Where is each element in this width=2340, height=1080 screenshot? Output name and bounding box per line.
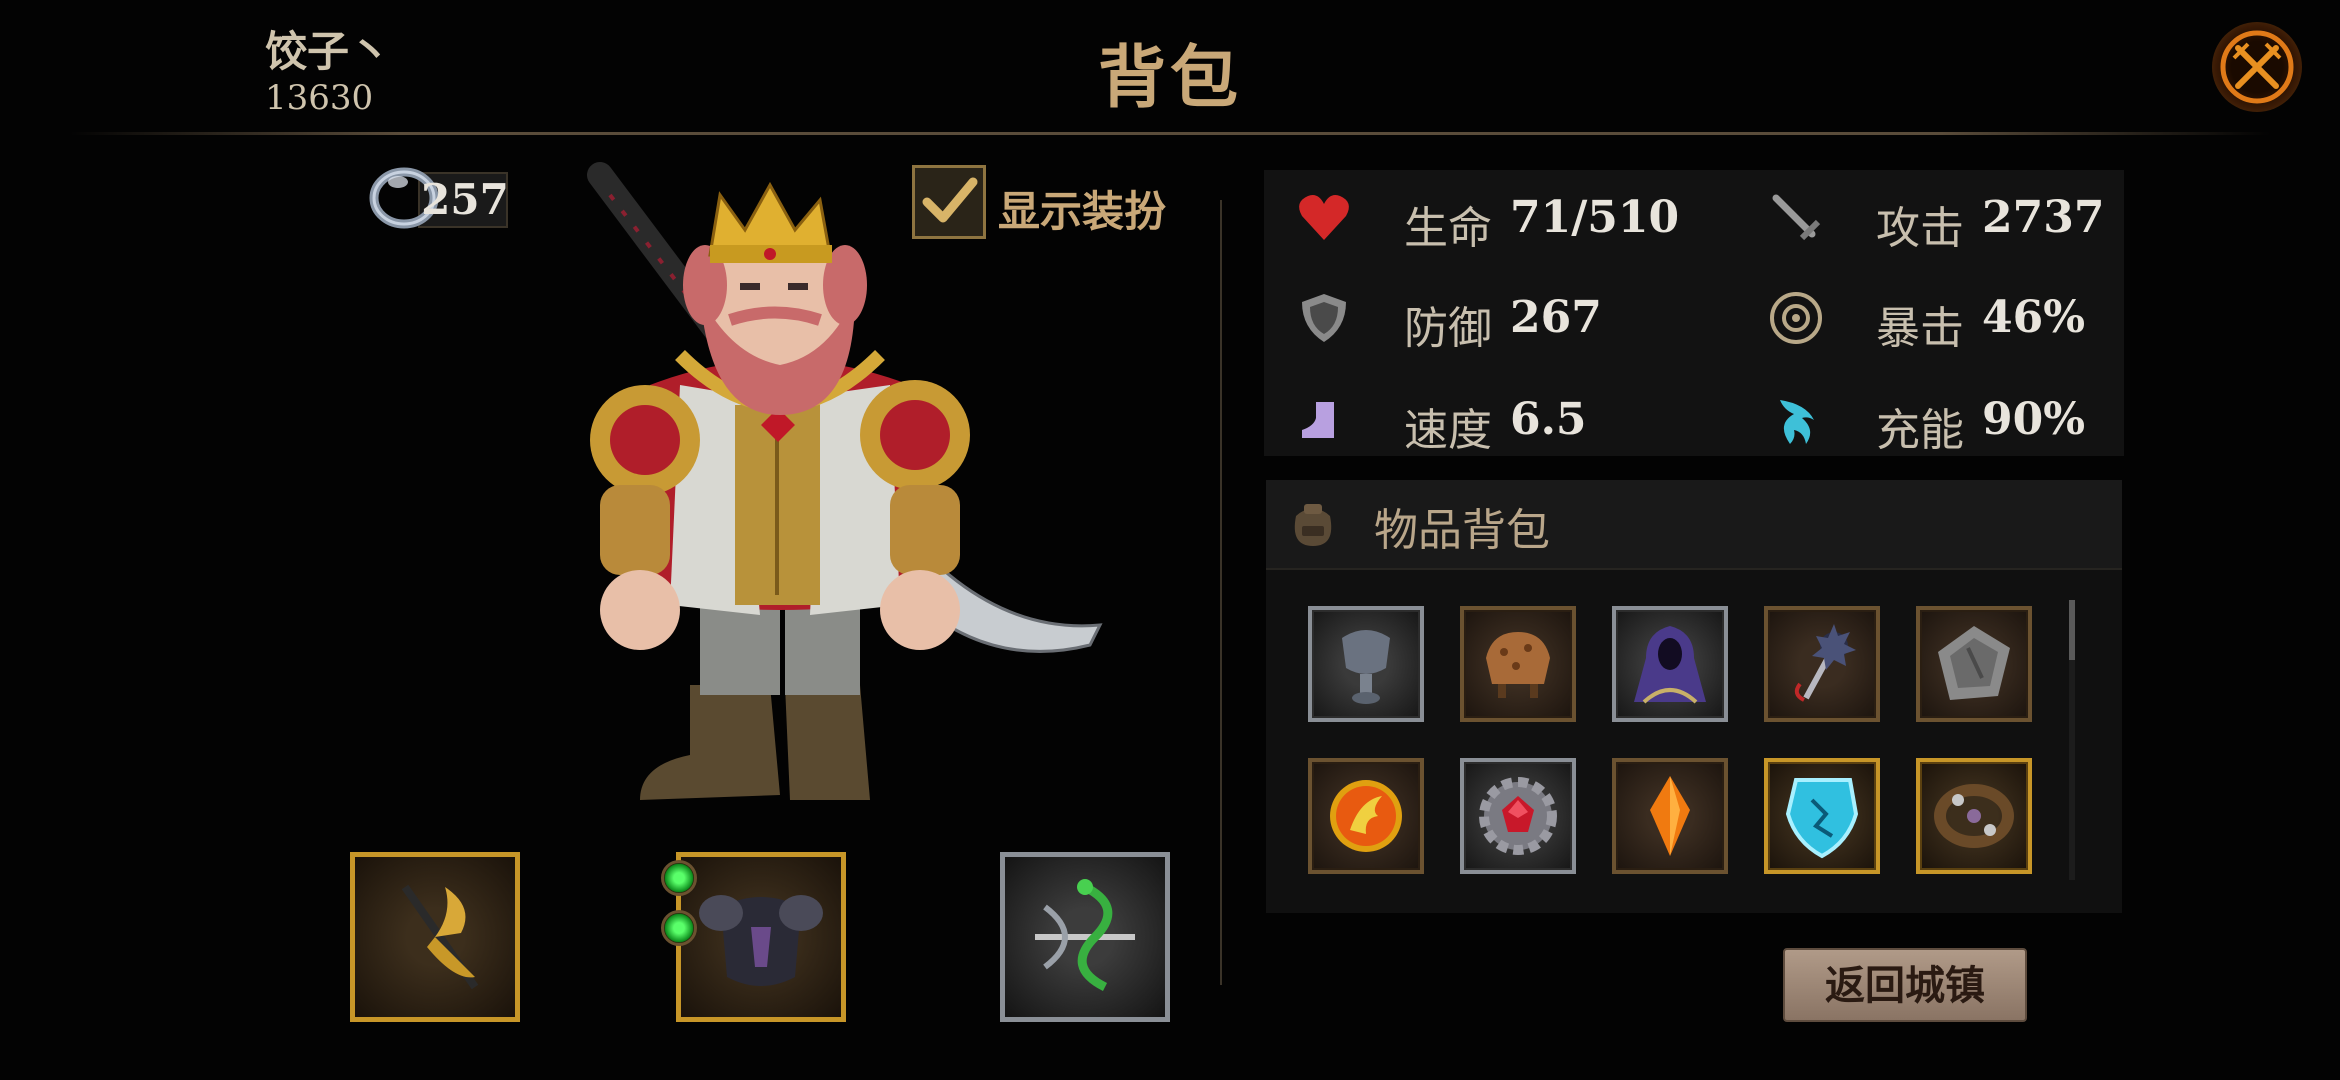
inventory-header: 物品背包: [1266, 480, 2122, 570]
inventory-panel: 物品背包: [1266, 480, 2122, 913]
crossed-swords-close-icon[interactable]: [2212, 22, 2302, 112]
stat-attack-label: 攻击: [1876, 203, 1964, 254]
leather-armor-icon: [1486, 632, 1550, 698]
equip-slot-weapon[interactable]: [350, 852, 520, 1022]
hooded-robe-icon: [1634, 626, 1706, 704]
shield-icon: [1302, 294, 1346, 342]
stats-panel: 生命 71/510 攻击 2737 防御 267 暴击 46% 速度 6.5 充…: [1264, 170, 2124, 456]
helmet-icon: [1342, 630, 1390, 704]
socket-gem-2: [661, 910, 697, 946]
inventory-slot-leather-armor[interactable]: [1460, 606, 1576, 722]
return-to-town-button[interactable]: 返回城镇: [1783, 948, 2027, 1022]
dark-armor-icon: [699, 895, 823, 986]
stat-crit: 暴击 46%: [1766, 288, 2166, 354]
stat-attack: 攻击 2737: [1766, 188, 2166, 254]
bag-icon: [1294, 504, 1332, 546]
inventory-slot-hooded-robe[interactable]: [1612, 606, 1728, 722]
stat-life-value: 71/510: [1510, 192, 1680, 243]
amber-crystal-icon: [1650, 776, 1690, 856]
energy-flame-icon: [1780, 400, 1814, 444]
stat-speed-value: 6.5: [1510, 394, 1587, 445]
stat-defense-value: 267: [1510, 292, 1602, 343]
stat-speed-label: 速度: [1404, 405, 1492, 456]
golden-blade-icon: [401, 884, 479, 990]
stone-shield-icon: [1938, 626, 2010, 700]
inventory-title: 物品背包: [1374, 505, 1550, 556]
close-button[interactable]: [2212, 22, 2302, 112]
gem-value: 257: [421, 175, 509, 224]
stat-charge-label: 充能: [1876, 405, 1964, 456]
stat-crit-label: 暴击: [1876, 303, 1964, 354]
boot-icon: [1302, 402, 1334, 438]
inventory-slot-spiked-mace[interactable]: [1764, 606, 1880, 722]
sword-icon: [1772, 194, 1821, 241]
inventory-slot-amber-crystal[interactable]: [1612, 758, 1728, 874]
stat-attack-value: 2737: [1982, 192, 2105, 243]
fire-coin-icon: [1330, 780, 1402, 852]
ruby-gear-icon: [1479, 777, 1557, 855]
header-divider: [70, 132, 2270, 135]
stat-crit-value: 46%: [1982, 292, 2086, 343]
serpent-crossbow-icon: [1035, 879, 1135, 992]
inventory-slot-ice-shield[interactable]: [1764, 758, 1880, 874]
inventory-scroll-thumb[interactable]: [2069, 600, 2075, 660]
stat-speed: 速度 6.5: [1294, 390, 1694, 456]
page-title: 背包: [1097, 38, 1242, 118]
inventory-slot-stone-shield[interactable]: [1916, 606, 2032, 722]
socket-gem-1: [661, 860, 697, 896]
stat-charge: 充能 90%: [1766, 390, 2166, 456]
equip-slot-armor[interactable]: [676, 852, 846, 1022]
inventory-slot-bracelet[interactable]: [1916, 758, 2032, 874]
inventory-slot-helmet[interactable]: [1308, 606, 1424, 722]
stat-charge-value: 90%: [1982, 394, 2086, 445]
stat-defense: 防御 267: [1294, 288, 1694, 354]
ice-shield-icon: [1785, 778, 1859, 859]
character-model[interactable]: [570, 155, 1120, 815]
bracelet-icon: [1934, 784, 2014, 848]
equip-slot-accessory[interactable]: [1000, 852, 1170, 1022]
spiked-mace-icon: [1794, 624, 1856, 702]
inventory-slot-ruby-gear[interactable]: [1460, 758, 1576, 874]
stat-defense-label: 防御: [1404, 303, 1492, 354]
stat-life: 生命 71/510: [1294, 188, 1694, 254]
stat-life-label: 生命: [1404, 203, 1492, 254]
gem-counter: 257: [368, 160, 510, 230]
crit-target-icon: [1770, 292, 1822, 344]
inventory-slot-fire-coin[interactable]: [1308, 758, 1424, 874]
heart-icon: [1299, 195, 1349, 240]
vertical-divider: [1220, 200, 1222, 985]
